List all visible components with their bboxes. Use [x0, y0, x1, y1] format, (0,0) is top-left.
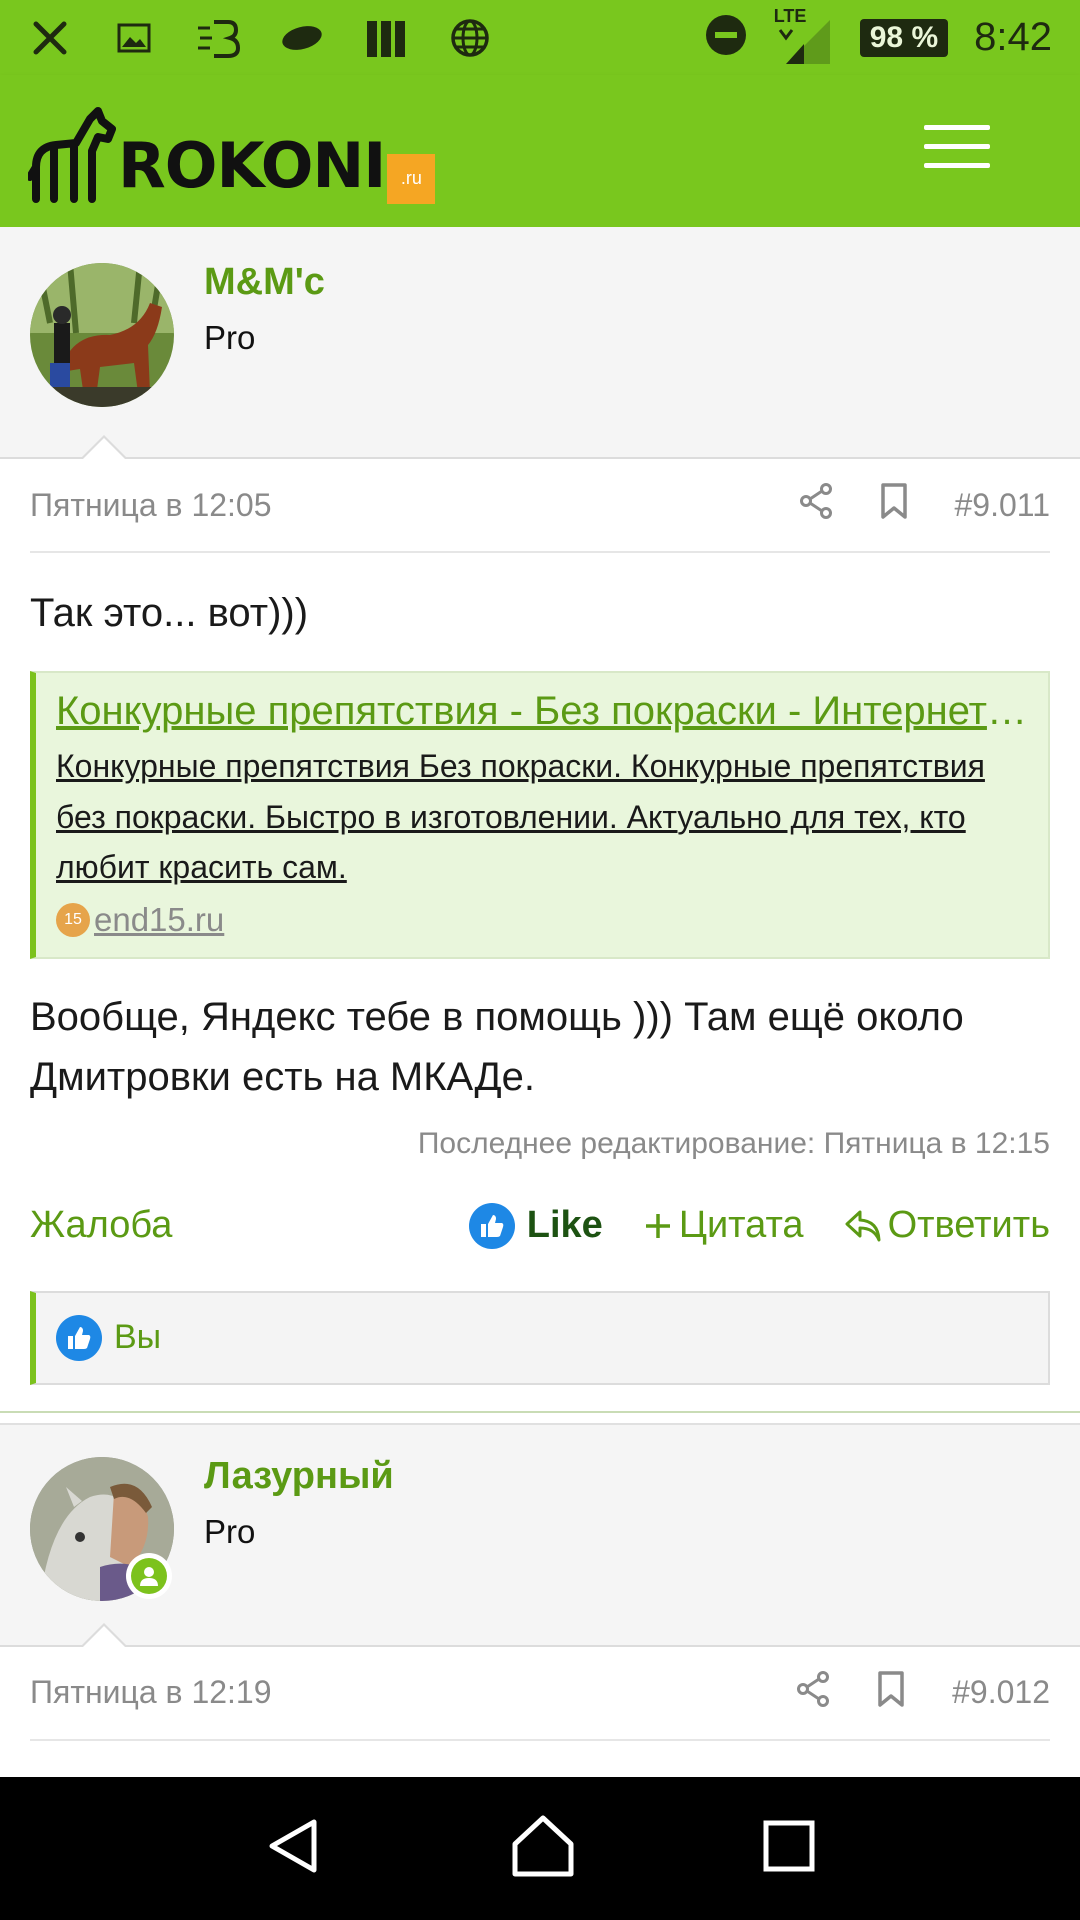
- site-logo[interactable]: ROKONI .ru: [28, 87, 436, 207]
- do-not-disturb-icon: [704, 13, 748, 62]
- author-rank: Pro: [204, 319, 256, 356]
- post-meta: Пятница в 12:19 #9.012: [30, 1647, 1050, 1741]
- post-number[interactable]: #9.011: [955, 487, 1051, 524]
- thumbs-up-icon: [468, 1202, 515, 1249]
- post-footer: Жалоба Like Цитата Ответить: [30, 1161, 1050, 1291]
- status-bar: LTE 98 % 8:42: [0, 0, 1080, 75]
- reply-button[interactable]: Ответить: [844, 1204, 1050, 1247]
- post-text-continued: Вообще, Яндекс тебе в помощь ))) Там ещё…: [30, 994, 964, 1099]
- logo-text: ROKONI: [118, 129, 386, 202]
- post-author-block: Лазурный Pro: [0, 1424, 1080, 1648]
- link-title[interactable]: Конкурные препятствия - Без покраски - И…: [56, 683, 1028, 739]
- horse-logo-icon: [28, 107, 116, 203]
- reply-label: Ответить: [887, 1204, 1050, 1247]
- link-domain[interactable]: end15.ru: [94, 901, 224, 939]
- bookmark-icon[interactable]: [876, 1670, 906, 1716]
- link-preview-card[interactable]: Конкурные препятствия - Без покраски - И…: [30, 671, 1050, 959]
- globe-icon: [448, 16, 492, 60]
- cutlery-icon: [28, 16, 72, 60]
- likes-by-label[interactable]: Вы: [114, 1318, 161, 1357]
- leaf-icon: [280, 16, 324, 60]
- thread-content[interactable]: M&M'c Pro Пятница в 12:05 #9.011 Так это…: [0, 227, 1080, 1777]
- author-rank: Pro: [204, 1512, 256, 1550]
- speech-notch: [80, 1622, 128, 1648]
- post-number[interactable]: #9.012: [952, 1674, 1050, 1711]
- post-divider: [0, 1412, 1080, 1425]
- recent-apps-icon[interactable]: [762, 1819, 816, 1878]
- link-domain-row[interactable]: 15 end15.ru: [56, 901, 1028, 939]
- report-button[interactable]: Жалоба: [30, 1204, 172, 1247]
- post-text: Так это... вот))): [30, 591, 309, 635]
- b-logo-icon: [196, 16, 240, 60]
- image-icon: [112, 16, 156, 60]
- hamburger-menu-icon[interactable]: [924, 125, 990, 169]
- author-name[interactable]: Лазурный: [204, 1455, 394, 1498]
- site-header: ROKONI .ru: [0, 75, 1080, 227]
- share-icon[interactable]: [796, 1670, 830, 1715]
- post-timestamp[interactable]: Пятница в 12:05: [30, 487, 272, 524]
- logo-domain: .ru: [387, 154, 436, 204]
- lte-signal-icon: LTE: [774, 6, 834, 66]
- clock: 8:42: [974, 15, 1052, 59]
- quote-button[interactable]: Цитата: [643, 1204, 804, 1247]
- plus-icon: [645, 1213, 670, 1238]
- likes-summary[interactable]: Вы: [30, 1290, 1050, 1385]
- quote-label: Цитата: [678, 1204, 804, 1247]
- post: Пятница в 12:19 #9.012: [0, 1646, 1080, 1741]
- edited-note: Последнее редактирование: Пятница в 12:1…: [417, 1126, 1050, 1160]
- post-timestamp[interactable]: Пятница в 12:19: [30, 1674, 272, 1711]
- battery-indicator: 98 %: [859, 18, 949, 57]
- like-label: Like: [526, 1204, 603, 1247]
- online-status-badge: [126, 1552, 172, 1599]
- share-icon[interactable]: [799, 483, 833, 527]
- post-meta: Пятница в 12:05 #9.011: [30, 459, 1050, 553]
- like-button[interactable]: Like: [468, 1202, 603, 1249]
- post: Пятница в 12:05 #9.011 Так это... вот)))…: [0, 459, 1080, 1385]
- home-icon[interactable]: [511, 1814, 575, 1883]
- speech-notch: [80, 435, 128, 460]
- back-icon[interactable]: [264, 1816, 324, 1881]
- books-icon: [364, 16, 408, 60]
- bookmark-icon[interactable]: [879, 482, 909, 528]
- avatar[interactable]: [30, 263, 174, 407]
- link-description[interactable]: Конкурные препятствия Без покраски. Конк…: [56, 741, 1028, 893]
- reply-arrow-icon: [845, 1210, 881, 1242]
- thumbs-up-icon: [56, 1314, 102, 1361]
- author-name[interactable]: M&M'c: [204, 261, 325, 304]
- post-author-block: M&M'c Pro: [0, 227, 1080, 460]
- post-divider: [0, 1384, 1080, 1413]
- user-icon: [140, 1566, 158, 1586]
- system-navigation-bar: [0, 1777, 1080, 1920]
- favicon-icon: 15: [56, 902, 90, 937]
